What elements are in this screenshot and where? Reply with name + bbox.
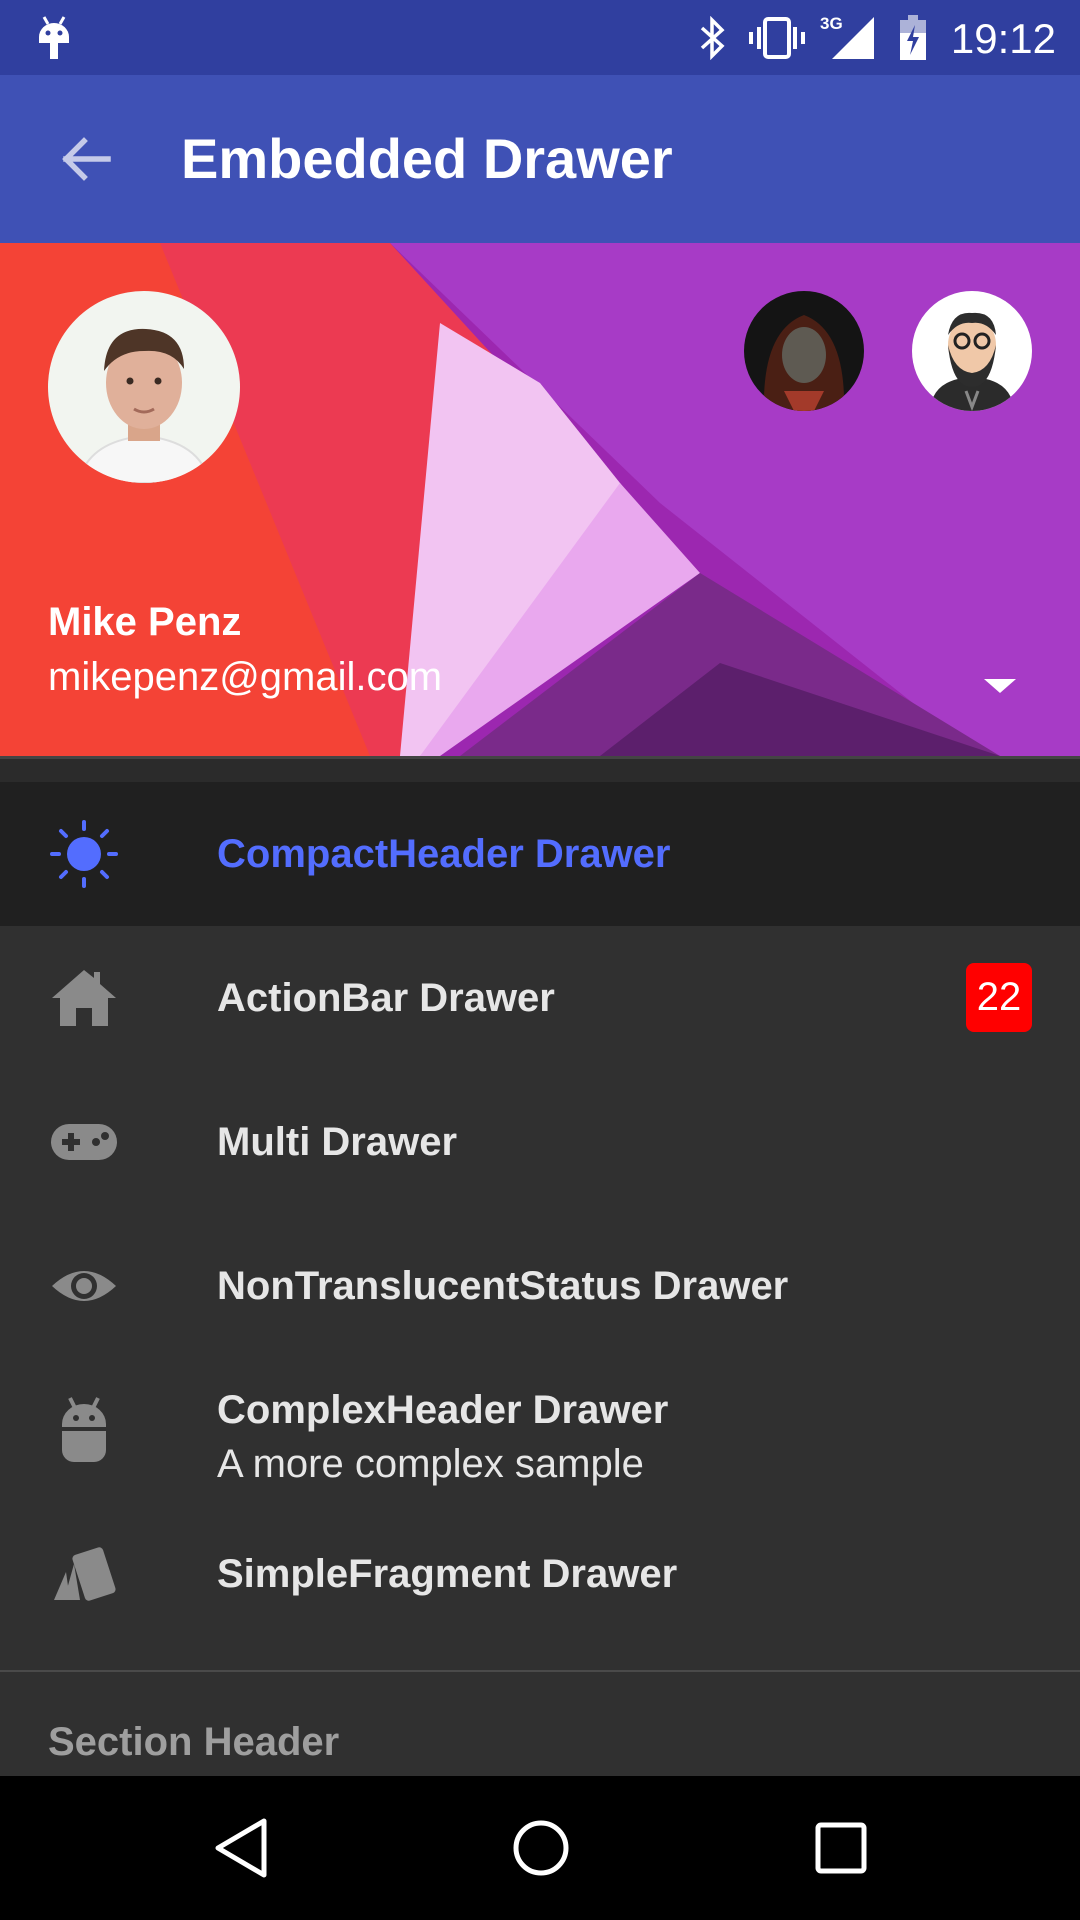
menu-item-label: SimpleFragment Drawer xyxy=(217,1552,678,1596)
nav-recents-icon[interactable] xyxy=(806,1813,876,1883)
menu-item-multi-drawer[interactable]: Multi Drawer xyxy=(0,1070,1080,1214)
menu-item-label: CompactHeader Drawer xyxy=(217,832,671,876)
arrow-back-icon[interactable] xyxy=(56,129,116,189)
sun-icon xyxy=(50,820,118,888)
menu-item-label: ComplexHeader Drawer xyxy=(217,1388,669,1432)
account-avatar-bearded[interactable] xyxy=(912,291,1032,411)
drawer-menu: CompactHeader Drawer ActionBar Drawer 22… xyxy=(0,782,1080,1646)
profile-email: mikepenz@gmail.com xyxy=(48,655,443,699)
menu-item-label: NonTranslucentStatus Drawer xyxy=(217,1264,789,1308)
battery-charging-icon xyxy=(898,0,928,75)
section-header: Section Header xyxy=(48,1720,340,1764)
nav-back-icon[interactable] xyxy=(206,1813,276,1883)
vibrate-icon xyxy=(748,0,806,75)
account-avatar-hooded[interactable] xyxy=(744,291,864,411)
menu-item-compactheader-drawer[interactable]: CompactHeader Drawer xyxy=(0,782,1080,926)
page-title: Embedded Drawer xyxy=(181,127,673,190)
status-time: 19:12 xyxy=(950,15,1056,62)
menu-item-simplefragment-drawer[interactable]: SimpleFragment Drawer xyxy=(0,1502,1080,1646)
notification-badge: 22 xyxy=(966,963,1032,1032)
status-bar: 3G 19:12 xyxy=(0,0,1080,75)
menu-item-actionbar-drawer[interactable]: ActionBar Drawer 22 xyxy=(0,926,1080,1070)
account-header: Mike Penz mikepenz@gmail.com xyxy=(0,243,1080,756)
network-type-label: 3G xyxy=(820,14,843,33)
menu-item-label: ActionBar Drawer xyxy=(217,976,555,1020)
profile-name: Mike Penz xyxy=(48,600,242,644)
system-navigation-bar xyxy=(0,1776,1080,1920)
bluetooth-icon xyxy=(694,0,730,75)
cards-icon xyxy=(50,1544,118,1604)
header-divider xyxy=(0,756,1080,785)
profile-avatar[interactable] xyxy=(48,291,240,483)
menu-item-description: A more complex sample xyxy=(217,1442,644,1486)
android-icon xyxy=(50,1397,118,1462)
menu-divider xyxy=(0,1670,1080,1672)
app-bar: Embedded Drawer xyxy=(0,75,1080,243)
menu-item-complexheader-drawer[interactable]: ComplexHeader Drawer A more complex samp… xyxy=(0,1358,1080,1502)
signal-icon: 3G xyxy=(820,0,876,75)
gamepad-icon xyxy=(50,1112,118,1172)
arrow-drop-down-icon[interactable] xyxy=(980,671,1020,701)
eye-icon xyxy=(50,1256,118,1316)
nav-home-icon[interactable] xyxy=(506,1813,576,1883)
android-notification-icon xyxy=(36,0,72,75)
home-icon xyxy=(50,968,118,1028)
menu-item-nontranslucentstatus-drawer[interactable]: NonTranslucentStatus Drawer xyxy=(0,1214,1080,1358)
menu-item-label: Multi Drawer xyxy=(217,1120,458,1164)
